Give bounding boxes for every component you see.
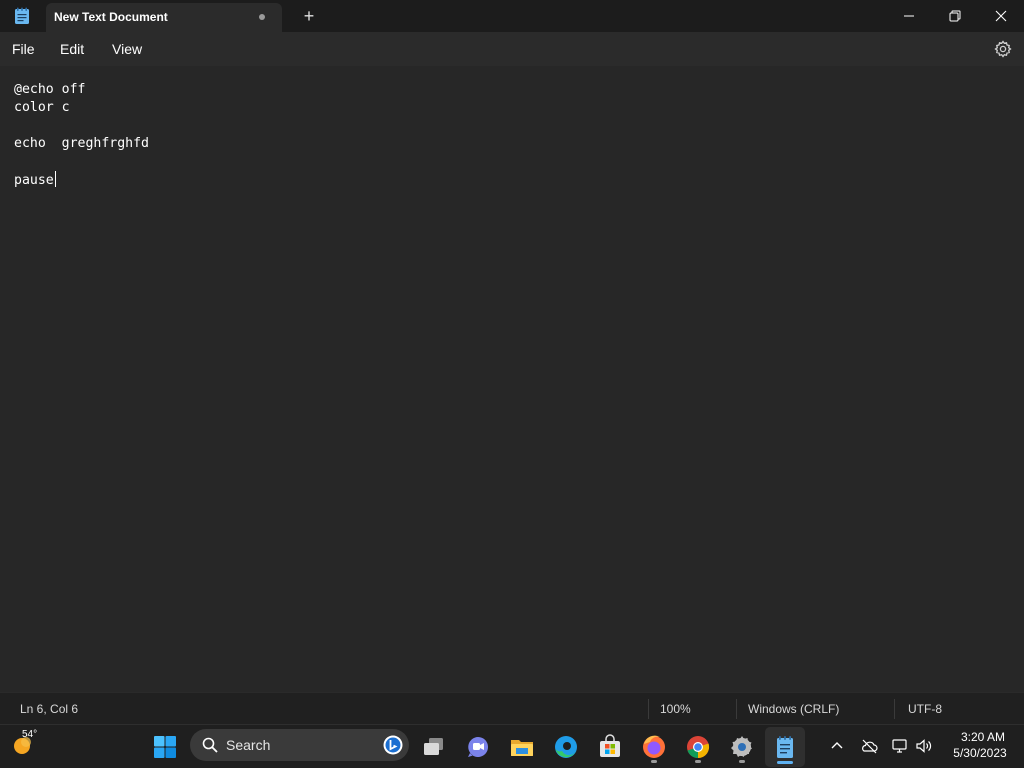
menu-file[interactable]: File [12, 41, 35, 57]
editor-line-6: pause [14, 171, 56, 189]
settings-app-icon[interactable] [728, 733, 756, 761]
microsoft-store-icon[interactable] [596, 733, 624, 761]
editor-line-2: color c [14, 100, 70, 115]
line-ending[interactable]: Windows (CRLF) [748, 702, 839, 716]
status-divider [648, 699, 649, 719]
text-caret [54, 171, 56, 187]
status-bar: Ln 6, Col 6 100% Windows (CRLF) UTF-8 [0, 692, 1024, 724]
running-indicator [695, 760, 701, 763]
onedrive-icon[interactable] [860, 737, 878, 755]
notepad-taskbar-icon[interactable] [771, 733, 799, 761]
zoom-level[interactable]: 100% [660, 702, 691, 716]
task-view-icon[interactable] [420, 733, 448, 761]
clock-time: 3:20 AM [960, 730, 1006, 744]
status-divider [894, 699, 895, 719]
running-indicator [739, 760, 745, 763]
menu-view[interactable]: View [112, 41, 142, 57]
taskbar-search-box[interactable]: Search [190, 729, 409, 761]
status-divider [736, 699, 737, 719]
text-editor[interactable]: @echo off color c echo greghfrghfd pause [0, 66, 1024, 692]
clock-date: 5/30/2023 [953, 746, 1007, 760]
cursor-position: Ln 6, Col 6 [20, 702, 79, 716]
file-explorer-icon[interactable] [508, 733, 536, 761]
plus-icon: + [303, 6, 315, 26]
search-label: Search [226, 737, 271, 753]
active-indicator [777, 761, 793, 764]
new-tab-button[interactable]: + [298, 6, 320, 26]
firefox-icon[interactable] [640, 733, 668, 761]
editor-line-6-text: pause [14, 173, 54, 188]
gear-icon[interactable] [994, 40, 1012, 58]
teams-chat-icon[interactable] [464, 733, 492, 761]
windows-start-icon[interactable] [151, 733, 179, 761]
edge-icon[interactable] [552, 733, 580, 761]
close-button[interactable] [978, 0, 1024, 32]
unsaved-indicator-icon[interactable] [259, 14, 265, 20]
chevron-up-icon[interactable] [828, 737, 846, 755]
restore-button[interactable] [932, 0, 978, 32]
taskbar: 54° Search 3:20 AM 5/30/2023 [0, 724, 1024, 768]
tab-new-text-document[interactable]: New Text Document [46, 3, 282, 32]
minimize-icon [904, 15, 914, 17]
running-indicator [651, 760, 657, 763]
editor-line-4: echo greghfrghfd [14, 136, 149, 151]
restore-icon [949, 10, 961, 22]
title-bar: New Text Document + [0, 0, 1024, 32]
editor-line-1: @echo off [14, 82, 86, 97]
volume-icon[interactable] [915, 737, 933, 755]
menu-bar: File Edit View [0, 32, 1024, 66]
notepad-icon [14, 7, 30, 25]
close-icon [995, 10, 1007, 22]
tab-title: New Text Document [54, 10, 168, 24]
bing-icon[interactable] [383, 735, 403, 755]
search-icon [202, 737, 218, 753]
minimize-button[interactable] [886, 0, 932, 32]
chrome-icon[interactable] [684, 733, 712, 761]
network-icon[interactable] [891, 737, 909, 755]
weather-temperature: 54° [22, 729, 38, 740]
menu-edit[interactable]: Edit [60, 41, 84, 57]
encoding[interactable]: UTF-8 [908, 702, 942, 716]
